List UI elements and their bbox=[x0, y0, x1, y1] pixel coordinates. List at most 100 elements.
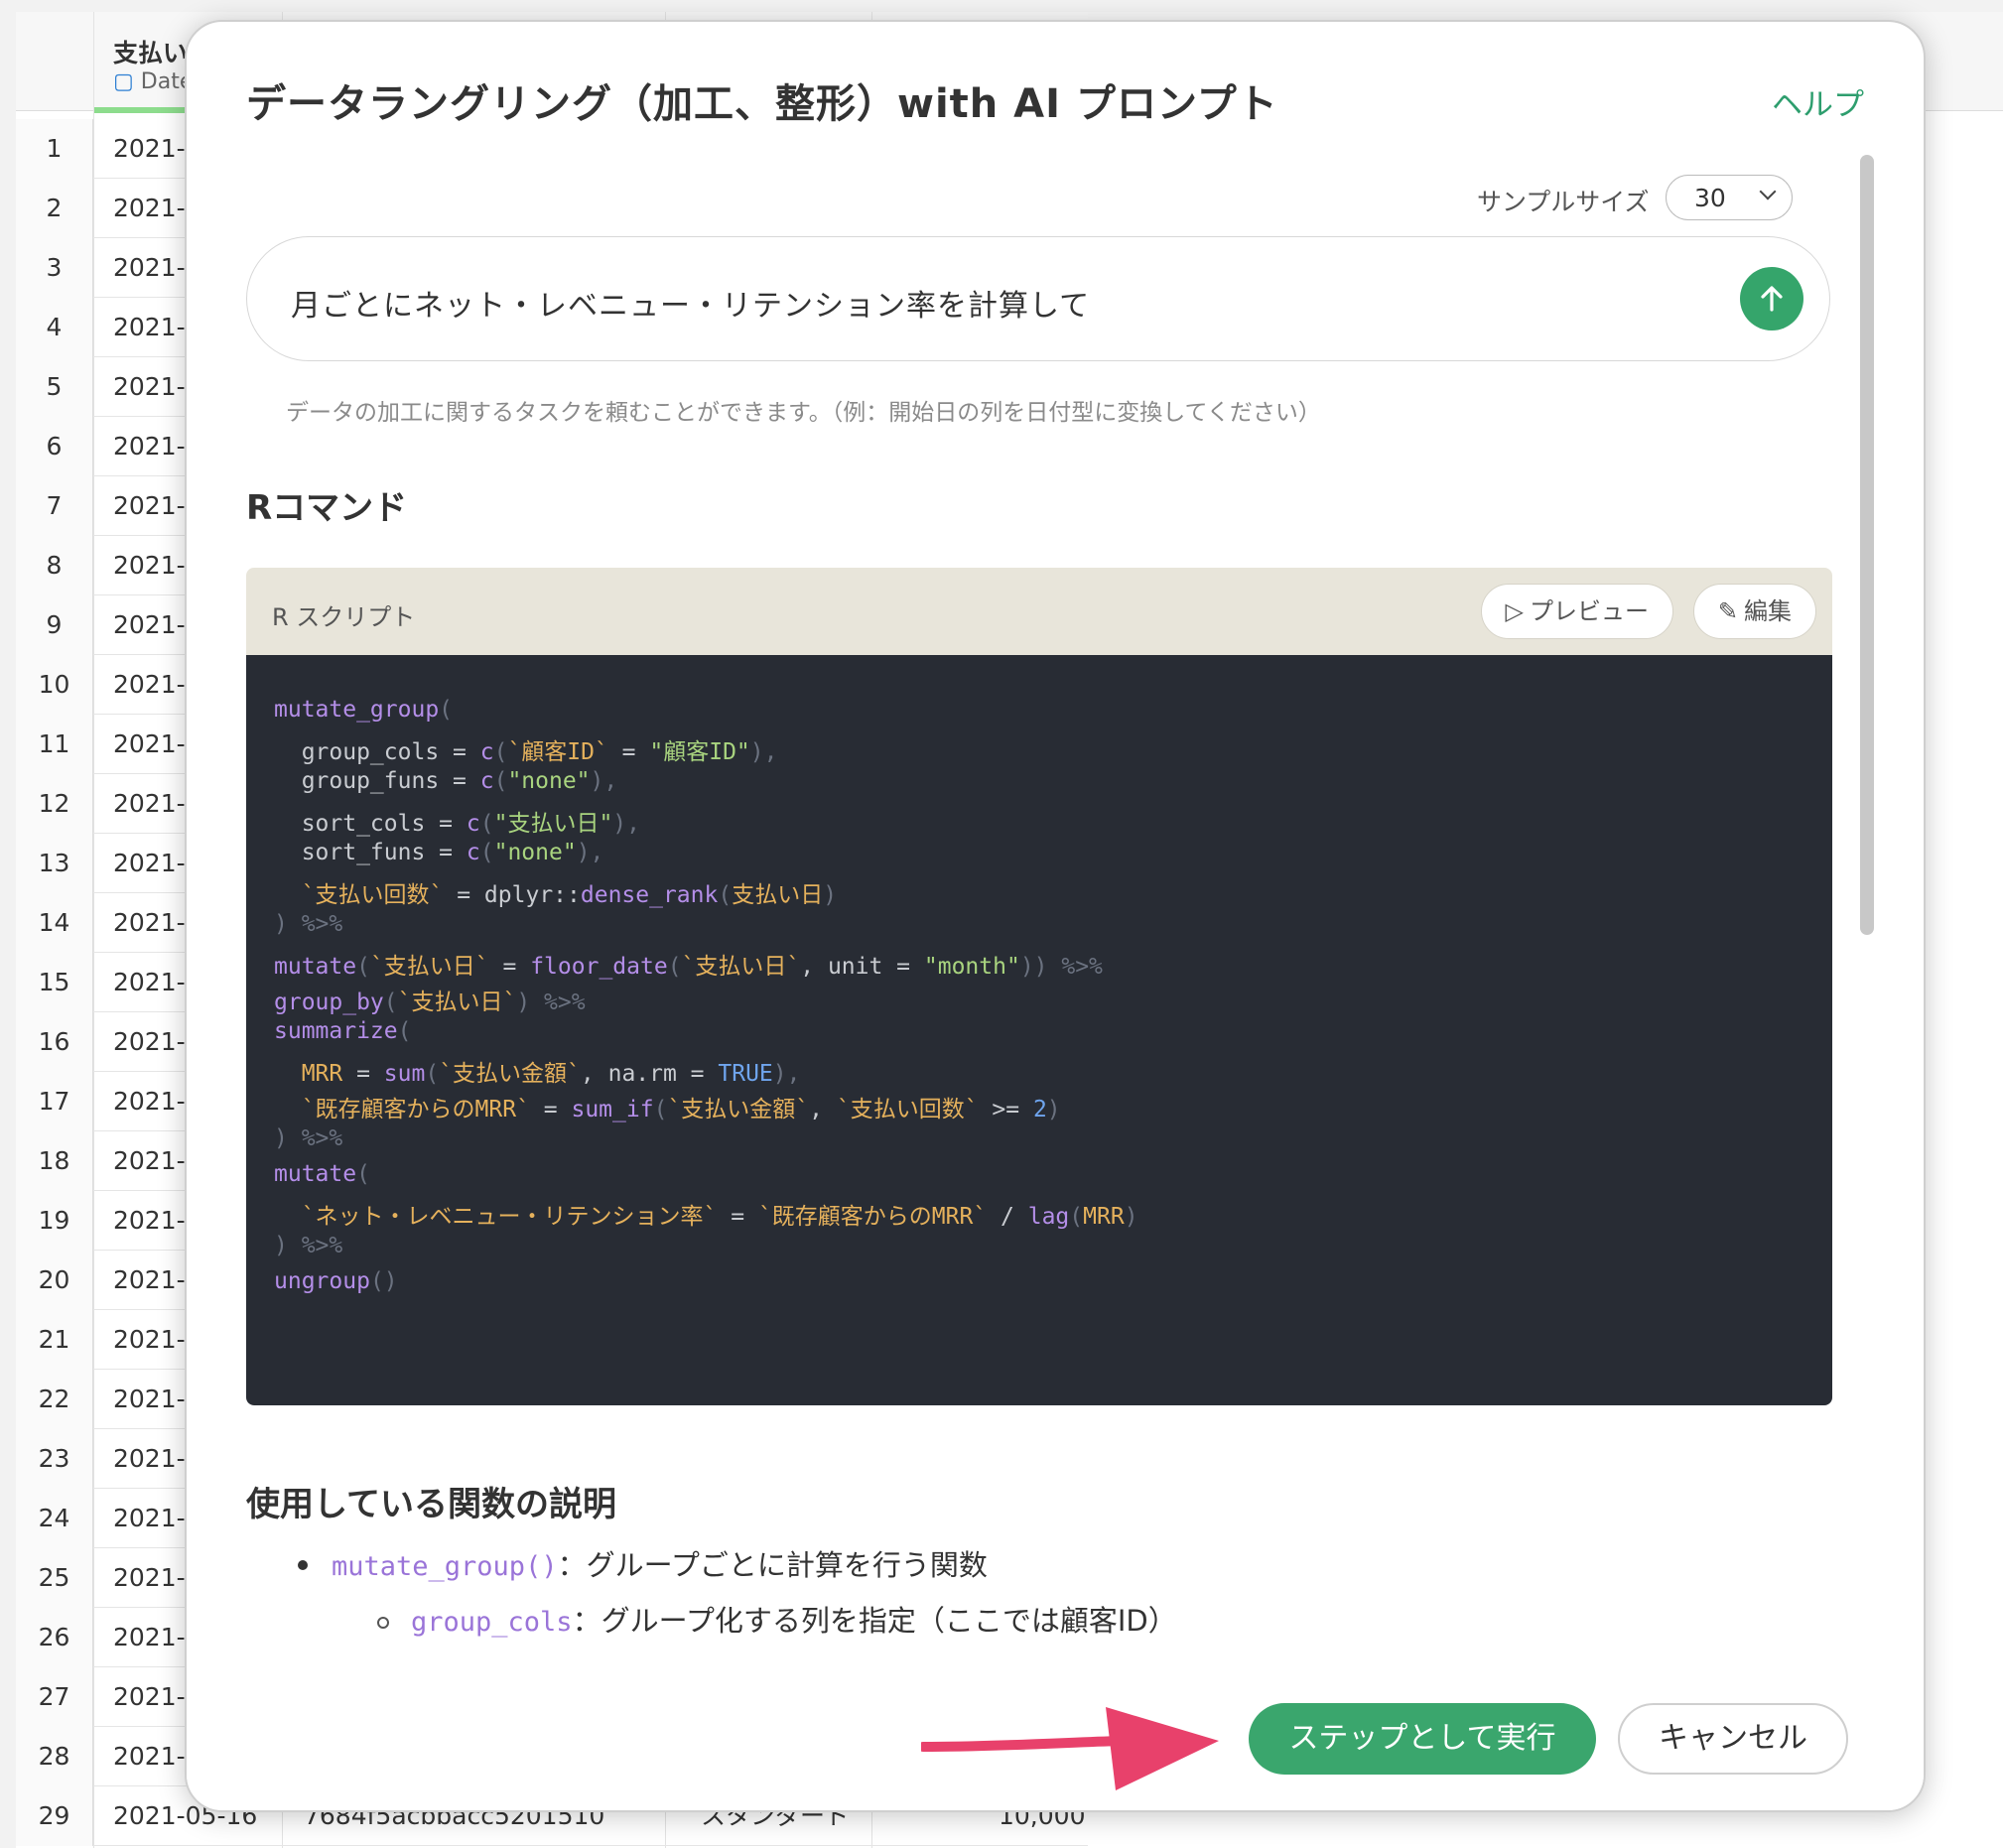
row-number: 9 bbox=[16, 595, 93, 655]
row-number: 15 bbox=[16, 953, 93, 1012]
code-line: ungroup() bbox=[274, 1268, 398, 1294]
row-number: 10 bbox=[16, 655, 93, 715]
cancel-button[interactable]: キャンセル bbox=[1618, 1703, 1848, 1775]
help-link[interactable]: ヘルプ bbox=[1772, 79, 1864, 124]
row-number: 19 bbox=[16, 1191, 93, 1251]
row-number: 13 bbox=[16, 834, 93, 893]
sub-bullet bbox=[377, 1617, 389, 1629]
function-name: mutate_group() bbox=[332, 1551, 558, 1582]
row-number: 18 bbox=[16, 1131, 93, 1191]
code-line: sort_funs = c("none"), bbox=[274, 840, 604, 865]
explanation-text: ：グループ化する列を指定（ここでは顧客ID） bbox=[572, 1604, 1177, 1638]
cell-date[interactable]: 2021- bbox=[113, 1251, 186, 1310]
script-label: R スクリプト bbox=[272, 603, 416, 631]
cell-date[interactable]: 2021- bbox=[113, 893, 186, 953]
cell-date[interactable]: 2021- bbox=[113, 238, 186, 298]
sample-size-select[interactable]: 30 bbox=[1666, 175, 1793, 220]
cell-date[interactable]: 2021- bbox=[113, 715, 186, 774]
row-number: 16 bbox=[16, 1012, 93, 1072]
cell-date[interactable]: 2021- bbox=[113, 1012, 186, 1072]
send-button[interactable] bbox=[1740, 267, 1803, 330]
cell-date[interactable]: 2021- bbox=[113, 1548, 186, 1608]
code-line: group_funs = c("none"), bbox=[274, 768, 618, 794]
row-number: 3 bbox=[16, 238, 93, 298]
row-number: 12 bbox=[16, 774, 93, 834]
row-number: 28 bbox=[16, 1727, 93, 1786]
r-command-heading: Rコマンド bbox=[246, 488, 408, 528]
code-line: ) %>% bbox=[274, 911, 343, 937]
run-as-step-button[interactable]: ステップとして実行 bbox=[1249, 1703, 1596, 1775]
edit-button[interactable]: ✎ 編集 bbox=[1692, 584, 1816, 639]
cell-date[interactable]: 2021- bbox=[113, 298, 186, 357]
calendar-icon: ▢ bbox=[113, 69, 134, 94]
cell-date[interactable]: 2021- bbox=[113, 536, 186, 595]
row-number: 4 bbox=[16, 298, 93, 357]
code-line: group_by(`支払い日`) %>% bbox=[274, 990, 586, 1015]
argument-name: group_cols bbox=[411, 1607, 573, 1638]
cell-date[interactable]: 2021- bbox=[113, 595, 186, 655]
cell-date[interactable]: 2021- bbox=[113, 1131, 186, 1191]
cell-date[interactable]: 2021- bbox=[113, 119, 186, 179]
row-number: 25 bbox=[16, 1548, 93, 1608]
cell-date[interactable]: 2021- bbox=[113, 1667, 186, 1727]
arrow-up-icon bbox=[1761, 286, 1783, 312]
row-number: 26 bbox=[16, 1608, 93, 1667]
row-number: 24 bbox=[16, 1489, 93, 1548]
cell-date[interactable]: 2021- bbox=[113, 774, 186, 834]
code-line: mutate_group( bbox=[274, 697, 454, 723]
code-line: `既存顧客からのMRR` = sum_if(`支払い金額`, `支払い回数` >… bbox=[274, 1097, 1061, 1122]
code-block[interactable]: mutate_group( group_cols = c(`顧客ID` = "顧… bbox=[246, 655, 1832, 1405]
chevron-down-icon bbox=[1759, 183, 1777, 200]
code-line: mutate( bbox=[274, 1161, 370, 1187]
row-number: 8 bbox=[16, 536, 93, 595]
cell-date[interactable]: 2021- bbox=[113, 1489, 186, 1548]
row-number: 20 bbox=[16, 1251, 93, 1310]
cell-date[interactable]: 2021- bbox=[113, 1727, 186, 1786]
cell-date[interactable]: 2021- bbox=[113, 1370, 186, 1429]
cell-date[interactable]: 2021- bbox=[113, 655, 186, 715]
preview-button[interactable]: ▷ プレビュー bbox=[1480, 584, 1673, 639]
functions-heading: 使用している関数の説明 bbox=[246, 1485, 616, 1524]
row-number: 11 bbox=[16, 715, 93, 774]
code-line: summarize( bbox=[274, 1018, 412, 1044]
explanation-item: mutate_group()：グループごとに計算を行う関数 bbox=[332, 1542, 988, 1584]
scrollbar-thumb[interactable] bbox=[1860, 155, 1874, 935]
prompt-input[interactable]: 月ごとにネット・レベニュー・リテンション率を計算して bbox=[246, 236, 1830, 361]
column-type: ▢ Date bbox=[113, 69, 193, 94]
dialog-title: データラングリング（加工、整形）with AI プロンプト bbox=[246, 81, 1278, 127]
row-number: 27 bbox=[16, 1667, 93, 1727]
row-number: 29 bbox=[16, 1786, 93, 1846]
cell-date[interactable]: 2021- bbox=[113, 476, 186, 536]
cell-date[interactable]: 2021- bbox=[113, 1310, 186, 1370]
explanation-text: ：グループごとに計算を行う関数 bbox=[557, 1548, 988, 1582]
column-title: 支払い bbox=[113, 39, 189, 67]
row-number: 2 bbox=[16, 179, 93, 238]
cell-date[interactable]: 2021- bbox=[113, 357, 186, 417]
cell-date[interactable]: 2021- bbox=[113, 1608, 186, 1667]
row-number: 7 bbox=[16, 476, 93, 536]
code-line: ) %>% bbox=[274, 1125, 343, 1151]
cell-date[interactable]: 2021- bbox=[113, 1072, 186, 1131]
ai-prompt-dialog: データラングリング（加工、整形）with AI プロンプト ヘルプ サンプルサイ… bbox=[185, 20, 1926, 1812]
cell-date[interactable]: 2021- bbox=[113, 1429, 186, 1489]
row-number: 6 bbox=[16, 417, 93, 476]
sample-size-label: サンプルサイズ bbox=[1477, 188, 1650, 216]
edit-icon: ✎ bbox=[1717, 597, 1738, 625]
code-line: ) %>% bbox=[274, 1233, 343, 1258]
prompt-hint: データの加工に関するタスクを頼むことができます。（例：開始日の列を日付型に変換し… bbox=[286, 400, 1321, 426]
row-number: 5 bbox=[16, 357, 93, 417]
preview-label: プレビュー bbox=[1530, 597, 1649, 625]
code-line: `ネット・レベニュー・リテンション率` = `既存顧客からのMRR` / lag… bbox=[274, 1204, 1138, 1230]
cell-date[interactable]: 2021- bbox=[113, 1191, 186, 1251]
sample-size-value: 30 bbox=[1694, 184, 1726, 212]
cell-date[interactable]: 2021- bbox=[113, 417, 186, 476]
cell-date[interactable]: 2021- bbox=[113, 953, 186, 1012]
row-number: 21 bbox=[16, 1310, 93, 1370]
code-line: MRR = sum(`支払い金額`, na.rm = TRUE), bbox=[274, 1061, 801, 1087]
cell-date[interactable]: 2021- bbox=[113, 179, 186, 238]
edit-label: 編集 bbox=[1744, 597, 1792, 625]
cell-date[interactable]: 2021- bbox=[113, 834, 186, 893]
prompt-text: 月ごとにネット・レベニュー・リテンション率を計算して bbox=[291, 289, 1091, 324]
script-header: R スクリプト ▷ プレビュー ✎ 編集 bbox=[246, 568, 1832, 655]
pointer-arrow bbox=[921, 1707, 1219, 1790]
